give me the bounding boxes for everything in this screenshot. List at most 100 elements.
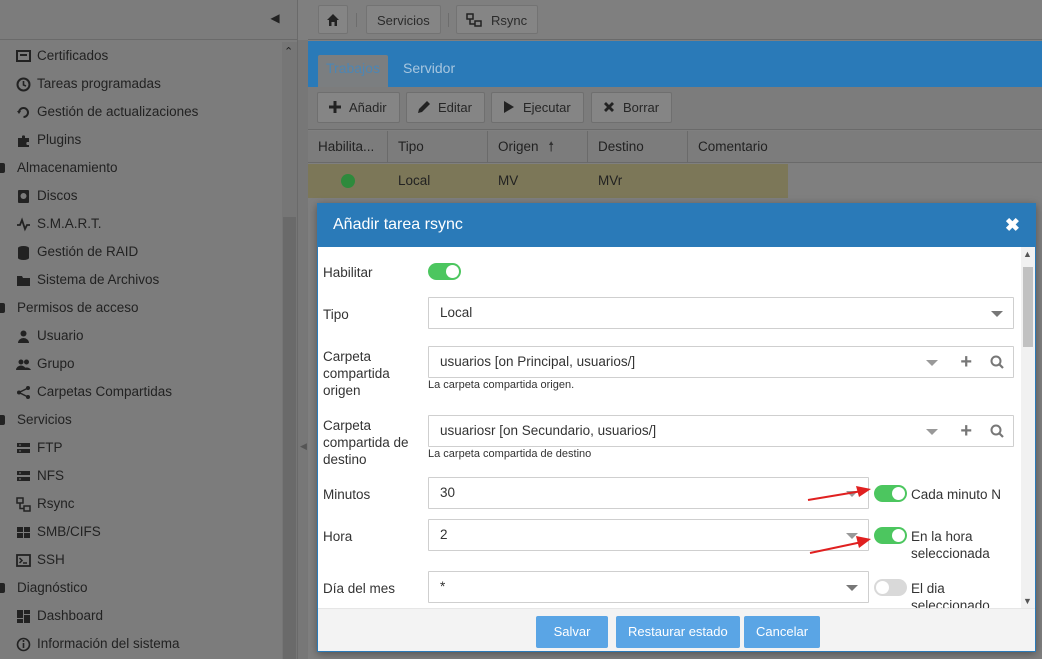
- sidebar-item-rsync[interactable]: Rsync: [0, 490, 282, 518]
- sidebar-item-label: NFS: [37, 468, 64, 483]
- column-header-destino[interactable]: Destino: [588, 131, 688, 163]
- sidebar-item-ssh[interactable]: SSH: [0, 546, 282, 574]
- sidebar-item-tareas-programadas[interactable]: Tareas programadas: [0, 70, 282, 98]
- dia-seleccionado-toggle[interactable]: [874, 579, 907, 596]
- sidebar-item-label: Almacenamiento: [17, 160, 118, 175]
- chevron-down-icon[interactable]: [991, 311, 1003, 317]
- column-header-tipo[interactable]: Tipo: [388, 131, 488, 163]
- search-icon[interactable]: [990, 424, 1004, 438]
- cada-minuto-toggle[interactable]: [874, 485, 907, 502]
- sidebar-item-gestion-de-actualizaciones[interactable]: Gestión de actualizaciones: [0, 98, 282, 126]
- scroll-up-icon[interactable]: ▲: [1023, 249, 1032, 259]
- sidebar-item-gestion-de-raid[interactable]: Gestión de RAID: [0, 238, 282, 266]
- column-header-origen[interactable]: Origen 🠕: [488, 131, 588, 163]
- puzzle-icon: [18, 135, 29, 147]
- close-icon[interactable]: ✖: [1005, 215, 1020, 236]
- sidebar-item-discos[interactable]: Discos: [0, 182, 282, 210]
- tab-trabajos[interactable]: Trabajos: [318, 55, 388, 87]
- folder-icon: [17, 276, 30, 286]
- cell-comentario: [688, 164, 698, 198]
- sidebar-item-ftp[interactable]: FTP: [0, 434, 282, 462]
- edit-button[interactable]: Editar: [406, 92, 485, 123]
- sidebar-item-label: Grupo: [37, 356, 75, 371]
- sidebar-group-almacenamiento[interactable]: Almacenamiento: [0, 154, 282, 182]
- collapse-left-icon[interactable]: ◀: [268, 11, 282, 25]
- tipo-value: Local: [440, 305, 473, 320]
- table-row[interactable]: Local MV MVr: [308, 164, 788, 198]
- toggle-knob: [876, 581, 889, 594]
- sidebar-scrollbar[interactable]: ⌃: [282, 42, 297, 659]
- sidebar-item-sistema-de-archivos[interactable]: Sistema de Archivos: [0, 266, 282, 294]
- sidebar-item-dashboard[interactable]: Dashboard: [0, 602, 282, 630]
- dia-seleccionado-label: El dia seleccionado: [911, 581, 990, 608]
- sidebar-item-label: Plugins: [37, 132, 82, 147]
- sidebar-item-s-m-a-r-t[interactable]: S.M.A.R.T.: [0, 210, 282, 238]
- scrollbar-thumb[interactable]: [283, 217, 296, 659]
- habilitar-toggle[interactable]: [428, 263, 461, 280]
- minutos-select[interactable]: 30: [428, 477, 869, 509]
- breadcrumb-home[interactable]: [318, 5, 348, 34]
- breadcrumb-servicios[interactable]: Servicios: [366, 5, 441, 34]
- collapse-marker-icon: [0, 415, 5, 425]
- annotation-arrow-icon: [807, 486, 871, 501]
- tab-bar: Trabajos Servidor: [308, 41, 1042, 87]
- plus-icon[interactable]: +: [960, 352, 972, 372]
- origen-hint: La carpeta compartida origen.: [428, 379, 575, 391]
- delete-button[interactable]: Borrar: [591, 92, 673, 123]
- sidebar-item-plugins[interactable]: Plugins: [0, 126, 282, 154]
- search-icon[interactable]: [990, 355, 1004, 369]
- hora-seleccionada-toggle[interactable]: [874, 527, 907, 544]
- origen-value: usuarios [on Principal, usuarios/]: [440, 354, 636, 369]
- cancel-button[interactable]: Cancelar: [744, 616, 821, 648]
- sidebar-item-usuario[interactable]: Usuario: [0, 322, 282, 350]
- scroll-down-icon[interactable]: ▼: [1023, 596, 1032, 606]
- tipo-label: Tipo: [323, 307, 349, 322]
- sidebar-item-nfs[interactable]: NFS: [0, 462, 282, 490]
- run-button[interactable]: Ejecutar: [491, 92, 584, 123]
- annotation-arrow-icon: [809, 536, 871, 554]
- chevron-down-icon[interactable]: [926, 429, 938, 435]
- save-button[interactable]: Salvar: [536, 616, 608, 648]
- sidebar-item-label: SMB/CIFS: [37, 524, 101, 539]
- scroll-up-icon[interactable]: ⌃: [284, 45, 293, 58]
- info-icon: [16, 637, 31, 652]
- sidebar-item-smb-cifs[interactable]: SMB/CIFS: [0, 518, 282, 546]
- play-icon: [504, 101, 514, 113]
- toolbar: Añadir Editar Ejecutar Borrar: [308, 87, 1042, 130]
- sidebar-item-informacion-del-sistema[interactable]: Información del sistema: [0, 630, 282, 658]
- collapse-marker-icon: [0, 163, 5, 173]
- breadcrumb-rsync[interactable]: Rsync: [456, 5, 539, 34]
- server-icon: [17, 443, 30, 453]
- sidebar-item-label: Sistema de Archivos: [37, 272, 160, 287]
- tipo-select[interactable]: Local: [428, 297, 1014, 329]
- sidebar-item-label: Tareas programadas: [37, 76, 161, 91]
- rsync-icon: [466, 13, 482, 27]
- sidebar-group-servicios[interactable]: Servicios: [0, 406, 282, 434]
- plus-icon: [329, 101, 341, 113]
- sidebar-item-carpetas-compartidas[interactable]: Carpetas Compartidas: [0, 378, 282, 406]
- cell-enabled: [308, 164, 388, 198]
- sidebar-item-label: SSH: [37, 552, 65, 567]
- sidebar-item-certificados[interactable]: Certificados: [0, 42, 282, 70]
- column-header-comentario[interactable]: Comentario: [688, 131, 1042, 163]
- scrollbar-thumb[interactable]: [1023, 267, 1033, 347]
- reset-button[interactable]: Restaurar estado: [616, 616, 740, 648]
- dialog-scrollbar[interactable]: ▲ ▼: [1021, 247, 1035, 608]
- origen-select[interactable]: usuarios [on Principal, usuarios/] +: [428, 346, 1014, 378]
- hora-select[interactable]: 2: [428, 519, 869, 551]
- sidebar-group-permisos-de-acceso[interactable]: Permisos de acceso: [0, 294, 282, 322]
- chevron-down-icon[interactable]: [926, 360, 938, 366]
- collapse-marker-icon: [0, 303, 5, 313]
- chevron-down-icon[interactable]: [846, 585, 858, 591]
- sidebar-item-label: Información del sistema: [37, 636, 180, 651]
- column-header-habilitado[interactable]: Habilita...: [308, 131, 388, 163]
- add-button[interactable]: Añadir: [317, 92, 400, 123]
- plus-icon[interactable]: +: [960, 421, 972, 441]
- sidebar-group-diagnostico[interactable]: Diagnóstico: [0, 574, 282, 602]
- tab-servidor[interactable]: Servidor: [395, 55, 463, 87]
- collapse-left-icon[interactable]: ◀: [300, 441, 307, 452]
- destino-select[interactable]: usuariosr [on Secundario, usuarios/] +: [428, 415, 1014, 447]
- dia-select[interactable]: *: [428, 571, 869, 603]
- sidebar-item-grupo[interactable]: Grupo: [0, 350, 282, 378]
- sidebar-resize-handle[interactable]: ◀: [298, 40, 308, 659]
